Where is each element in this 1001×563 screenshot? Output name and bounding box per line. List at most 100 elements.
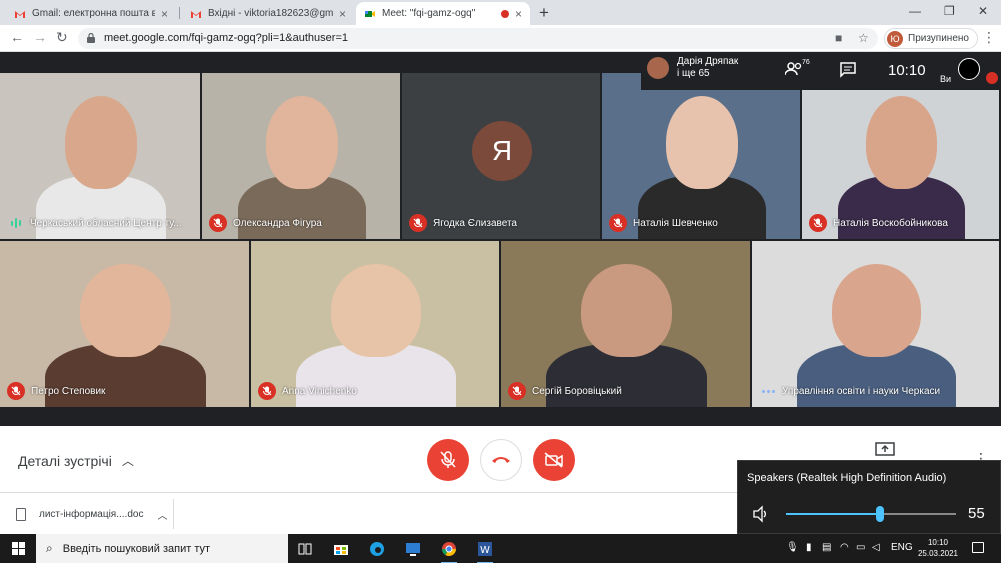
camera-toggle-button[interactable] [533, 439, 575, 481]
participant-tile[interactable]: Наталія Воскобойникова [802, 73, 999, 239]
close-icon[interactable]: × [161, 7, 168, 21]
svg-text:W: W [480, 545, 490, 556]
address-bar[interactable]: meet.google.com/fqi-gamz-ogq?pli=1&authu… [78, 28, 878, 49]
close-icon[interactable]: × [515, 7, 522, 21]
restore-icon[interactable]: ❐ [944, 4, 955, 18]
audio-idle-icon [759, 382, 777, 400]
taskbar-search[interactable]: ⌕ Введіть пошуковий запит тут [36, 534, 288, 563]
tab-gmail[interactable]: Gmail: електронна пошта від Google × [6, 2, 176, 25]
browser-menu-icon[interactable]: ⋮ [982, 29, 996, 46]
taskbar-date: 25.03.2021 [917, 549, 959, 558]
participant-label: Петро Степовик [7, 382, 105, 400]
browser-toolbar: ← → ↻ meet.google.com/fqi-gamz-ogq?pli=1… [0, 25, 1001, 52]
language-indicator[interactable]: ENG [891, 542, 913, 553]
volume-slider[interactable] [786, 506, 956, 522]
microphone-tray-icon[interactable]: 🎙 [786, 542, 799, 553]
wifi-tray-icon[interactable]: ◠ [840, 542, 849, 553]
leave-call-button[interactable] [480, 439, 522, 481]
people-icon[interactable] [785, 62, 803, 76]
file-icon [16, 507, 26, 521]
star-icon[interactable]: ☆ [858, 31, 869, 45]
participant-name: Петро Степовик [31, 385, 106, 397]
participant-label: Черкаський обласний Центр ту... [7, 214, 182, 232]
audio-device-name[interactable]: Speakers (Realtek High Definition Audio) [747, 472, 946, 484]
meet-grid: Черкаський обласний Центр ту... Олександр… [0, 52, 1001, 426]
tab-title: Meet: "fqi-gamz-ogq" [382, 8, 476, 19]
download-filename: лист-інформація....doc [39, 508, 144, 520]
participant-video-face [831, 264, 922, 358]
screen: Gmail: електронна пошта від Google × Вхі… [0, 0, 1001, 563]
self-avatar [958, 58, 980, 80]
new-tab-button[interactable]: + [539, 3, 549, 23]
store-icon[interactable] [330, 538, 352, 560]
network-tray-icon[interactable]: ▭ [856, 542, 865, 553]
mic-off-icon [809, 214, 827, 232]
participant-label: Олександра Фігура [209, 214, 322, 232]
participant-name: Ягодка Єлизавета [433, 217, 517, 229]
participant-tile[interactable]: Я Ягодка Єлизавета [402, 73, 600, 239]
mic-off-icon [209, 214, 227, 232]
speaker-icon[interactable] [752, 505, 770, 523]
chevron-up-icon[interactable]: ︿ [157, 507, 167, 522]
meeting-details-button[interactable]: Деталі зустрічі ︿ [18, 452, 134, 469]
tab-inbox[interactable]: Вхідні - viktoria182623@gmail.com × [182, 2, 354, 25]
close-icon[interactable]: × [339, 7, 346, 21]
windows-taskbar: ⌕ Введіть пошуковий запит тут W 🎙 ▮ ▤ ◠ … [0, 534, 1001, 563]
profile-avatar: Ю [887, 30, 903, 47]
notifications-icon[interactable] [972, 542, 984, 553]
word-icon[interactable]: W [474, 538, 496, 563]
chat-icon[interactable] [840, 62, 856, 78]
participant-label: Anna Vinichenko [258, 382, 357, 400]
participant-tile[interactable]: Петро Степовик [0, 241, 249, 407]
download-item[interactable]: лист-інформація....doc ︿ [10, 499, 174, 529]
tab-divider [179, 7, 180, 19]
minimize-icon[interactable]: — [909, 4, 921, 18]
forward-icon[interactable]: → [33, 29, 47, 45]
participant-tile[interactable]: Черкаський обласний Центр ту... [0, 73, 200, 239]
back-icon[interactable]: ← [10, 29, 24, 45]
camera-icon[interactable]: ■ [835, 31, 842, 45]
reload-icon[interactable]: ↻ [56, 29, 68, 46]
participant-label: Сергій Боровіцький [508, 382, 622, 400]
participant-name: Сергій Боровіцький [532, 385, 622, 397]
mic-toggle-button[interactable] [427, 439, 469, 481]
participant-tile[interactable]: Наталія Шевченко [602, 73, 800, 239]
volume-tray-icon[interactable]: ◁ [872, 542, 880, 553]
chrome-icon[interactable] [438, 538, 460, 563]
participant-label: Наталія Воскобойникова [809, 214, 948, 232]
presenter-extra: і ще 65 [677, 68, 710, 79]
battery-tray-icon[interactable]: ▮ [806, 542, 812, 553]
participant-name: Управління освіти і науки Черкаси [782, 385, 941, 397]
camera-off-icon [544, 452, 563, 468]
presenter-avatar [647, 57, 669, 79]
participant-label: Наталія Шевченко [609, 214, 718, 232]
taskbar-search-placeholder: Введіть пошуковий запит тут [62, 542, 211, 555]
taskbar-clock[interactable]: 10:10 25.03.2021 [914, 537, 962, 559]
close-window-icon[interactable]: ✕ [978, 4, 988, 18]
gmail-icon [15, 10, 25, 18]
search-icon: ⌕ [46, 541, 53, 555]
task-view-icon[interactable] [294, 538, 316, 560]
printer-tray-icon[interactable]: ▤ [822, 542, 831, 553]
present-screen-icon[interactable] [875, 442, 895, 458]
participant-tile[interactable]: Anna Vinichenko [251, 241, 499, 407]
tab-title: Вхідні - viktoria182623@gmail.com [208, 8, 333, 19]
monitor-app-icon[interactable] [402, 538, 424, 560]
windows-start-icon[interactable] [12, 542, 25, 555]
participant-tile[interactable]: Управління освіти і науки Черкаси [752, 241, 999, 407]
volume-thumb[interactable] [875, 506, 884, 522]
mic-off-icon [508, 382, 526, 400]
participant-name: Олександра Фігура [233, 217, 322, 229]
url-text: meet.google.com/fqi-gamz-ogq?pli=1&authu… [104, 32, 348, 44]
mic-off-icon [7, 382, 25, 400]
edge-icon[interactable] [366, 538, 388, 560]
mic-off-icon [409, 214, 427, 232]
meeting-clock: 10:10 [888, 62, 926, 79]
participant-tile[interactable]: Сергій Боровіцький [501, 241, 750, 407]
participant-name: Черкаський обласний Центр ту... [30, 217, 182, 229]
profile-button[interactable]: Ю Призупинено [884, 28, 978, 49]
self-mic-off-icon [986, 72, 998, 84]
tab-meet[interactable]: Meet: "fqi-gamz-ogq" × [356, 2, 530, 25]
participant-tile[interactable]: Олександра Фігура [202, 73, 400, 239]
meet-top-bar: Дарія Дряпак і ще 65 76 10:10 Ви [641, 52, 1001, 90]
